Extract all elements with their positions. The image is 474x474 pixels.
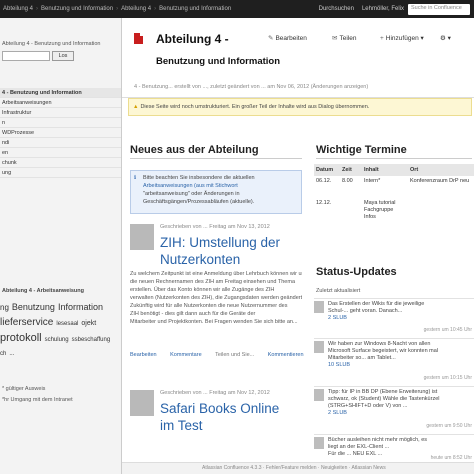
- tag-link[interactable]: ch: [0, 347, 6, 361]
- sidebar-item[interactable]: chunk: [0, 158, 121, 168]
- column-header-content: Inhalt: [362, 164, 408, 176]
- appointments-table: Datum Zeit Inhalt Ort 06.12. 8.00 Intern…: [314, 164, 474, 226]
- status-update: Das Erstellen der Wikis für die jeweilig…: [314, 298, 474, 334]
- tag-link[interactable]: ng: [0, 301, 9, 315]
- breadcrumb-3[interactable]: Abteilung 4: [118, 6, 154, 12]
- add-button[interactable]: + Hinzufügen ▾: [380, 34, 424, 42]
- column-header-place: Ort: [408, 164, 474, 176]
- sidebar-item[interactable]: 4 - Benutzung und Information: [0, 88, 121, 98]
- post-comments-link[interactable]: Kommentare: [170, 352, 202, 358]
- column-header-time: Zeit: [340, 164, 362, 176]
- post-comment-link[interactable]: Kommentieren: [268, 352, 304, 358]
- sidebar-section-label: Abteilung 4 - Arbeitsanweisung: [2, 288, 84, 294]
- page-header: Abteilung 4 - Benutzung und Information …: [122, 18, 474, 98]
- warning-banner: ▲ Diese Seite wird noch umstrukturiert. E…: [128, 98, 472, 116]
- page-title: Abteilung 4 -: [156, 32, 229, 46]
- status-update: Wir haben zur Windows 8-Nacht von allen …: [314, 338, 474, 382]
- sidebar-search-button[interactable]: Los: [52, 51, 74, 61]
- sidebar-item[interactable]: en: [0, 148, 121, 158]
- sidebar-search-input[interactable]: [2, 51, 50, 61]
- table-row: 06.12. 8.00 Intern* Konferenzraum DrP ne…: [316, 178, 470, 184]
- news-title: Neues aus der Abteilung: [130, 144, 302, 159]
- info-icon: ℹ: [134, 175, 137, 181]
- page-footer: Atlassian Confluence 4.3.3 · Fehler/Feat…: [122, 462, 474, 474]
- sidebar-item[interactable]: Infrastruktur: [0, 108, 121, 118]
- page-title-continued: Benutzung und Information: [156, 56, 281, 67]
- tag-link[interactable]: protokoll: [0, 331, 42, 345]
- tools-icon: ⚙ ▾: [440, 35, 451, 42]
- post-share-link[interactable]: Teilen und Sie...: [215, 352, 254, 358]
- tag-link[interactable]: lieferservice: [0, 316, 53, 330]
- status-timestamp: heute um 8:52 Uhr: [430, 455, 472, 461]
- plus-icon: +: [380, 35, 384, 42]
- sidebar-note: * gültiger Ausweis: [2, 386, 46, 392]
- news-info-box: ℹ Bitte beachten Sie insbesondere die ak…: [130, 170, 302, 214]
- post-title[interactable]: ZIH: Umstellung der Nutzerkonten: [160, 234, 280, 268]
- page-tree: 4 - Benutzung und Information Arbeitsanw…: [0, 88, 121, 178]
- avatar: [314, 341, 324, 353]
- status-updates-section: Status-Updates Zuletzt aktualisiert Das …: [314, 264, 474, 474]
- post-title[interactable]: Safari Books Online im Test: [160, 400, 279, 434]
- avatar: [314, 301, 324, 313]
- table-row: 12.12. Maya tutorial Fachgruppe Infos: [316, 200, 396, 220]
- tag-link[interactable]: Benutzung: [12, 300, 55, 314]
- status-update: Tipp: für IP in BB DP (Ebene Erweiterung…: [314, 386, 474, 430]
- share-icon: ✉: [332, 35, 338, 42]
- edit-button[interactable]: ✎ Bearbeiten: [268, 34, 307, 42]
- pencil-icon: ✎: [268, 35, 274, 42]
- tools-menu-button[interactable]: ⚙ ▾: [440, 34, 451, 42]
- sidebar-item[interactable]: n: [0, 118, 121, 128]
- sidebar-item[interactable]: Arbeitsanweisungen: [0, 98, 121, 108]
- post-body: Zu welchem Zeitpunkt ist eine Anmeldung …: [130, 271, 302, 325]
- tag-link[interactable]: ojekt: [81, 317, 96, 331]
- browse-menu[interactable]: Durchsuchen: [315, 6, 358, 12]
- status-timestamp: gestern um 10:45 Uhr: [423, 327, 472, 333]
- post-edit-link[interactable]: Bearbeiten: [130, 352, 157, 358]
- sidebar-note: *hr Umgang mit dem Intranet: [2, 397, 73, 403]
- sidebar: Abteilung 4 - Benutzung und Information …: [0, 18, 122, 474]
- post-byline: Geschrieben von ... Freitag am Nov 13, 2…: [160, 224, 270, 230]
- avatar: [314, 389, 324, 401]
- appointments-section: Wichtige Termine Datum Zeit Inhalt Ort 0…: [314, 140, 474, 258]
- top-navigation-bar: Abteilung 4 › Benutzung und Information …: [0, 0, 474, 18]
- sidebar-title: Abteilung 4 - Benutzung und Information: [2, 41, 101, 47]
- sidebar-item[interactable]: WDProzesse: [0, 128, 121, 138]
- column-header-date: Datum: [314, 164, 340, 176]
- tag-link[interactable]: schulung: [45, 333, 69, 347]
- author-avatar: [130, 224, 154, 250]
- status-timestamp: gestern um 9:50 Uhr: [426, 423, 472, 429]
- news-section: Neues aus der Abteilung ℹ Bitte beachten…: [126, 140, 306, 474]
- breadcrumb-4[interactable]: Benutzung und Information: [156, 6, 234, 12]
- breadcrumb-1[interactable]: Abteilung 4: [0, 6, 36, 12]
- status-update: Bücher ausleihen nicht mehr möglich, es …: [314, 434, 474, 462]
- status-updates-subtitle: Zuletzt aktualisiert: [316, 288, 361, 294]
- post-actions: Bearbeiten Kommentare Teilen und Sie... …: [130, 352, 316, 358]
- appointments-title: Wichtige Termine: [316, 144, 472, 159]
- status-timestamp: gestern um 10:15 Uhr: [423, 375, 472, 381]
- user-menu[interactable]: Lehmöller, Felix: [358, 6, 408, 12]
- tag-link[interactable]: ...: [9, 347, 14, 361]
- chevron-down-icon: ▾: [418, 35, 424, 42]
- search-input[interactable]: Suche in Confluence: [408, 3, 470, 15]
- tag-link[interactable]: Information: [58, 300, 103, 314]
- share-button[interactable]: ✉ Teilen: [332, 34, 356, 42]
- author-avatar: [130, 390, 154, 416]
- warning-icon: ▲: [133, 104, 139, 110]
- page-metadata: 4 - Benutzung... erstellt von ..., zulet…: [134, 84, 369, 90]
- sidebar-item[interactable]: ung: [0, 168, 121, 178]
- avatar: [314, 437, 324, 449]
- tag-link[interactable]: lesesaal: [56, 317, 78, 331]
- tag-cloud: ng Benutzung Information lieferservice leses…: [0, 300, 120, 361]
- status-updates-title: Status-Updates: [316, 266, 397, 278]
- post-byline: Geschrieben von ... Freitag am Nov 12, 2…: [160, 390, 270, 396]
- tag-link[interactable]: ssbeschaffung: [72, 333, 111, 347]
- breadcrumb-2[interactable]: Benutzung und Information: [38, 6, 116, 12]
- page-icon: [134, 33, 143, 44]
- sidebar-item[interactable]: ndi: [0, 138, 121, 148]
